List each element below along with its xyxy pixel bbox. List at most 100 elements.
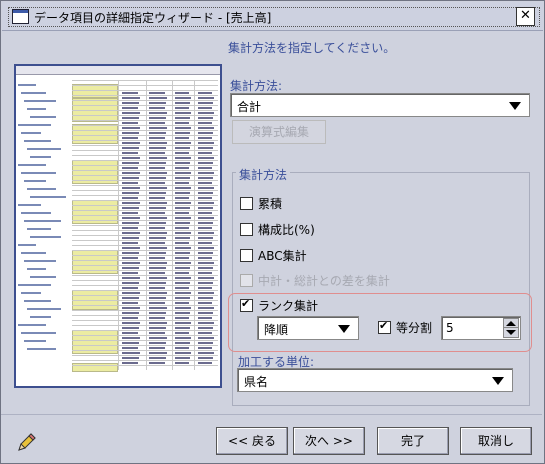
preview-cell-text: [175, 126, 191, 129]
preview-row-line: [72, 355, 218, 356]
equal-split-spinner[interactable]: 5: [441, 316, 521, 340]
preview-cell-text: [198, 216, 214, 219]
preview-row-line: [72, 290, 218, 291]
preview-cell-text: [149, 96, 167, 99]
preview-cell-text: [149, 181, 165, 184]
preview-cell-text: [122, 91, 138, 94]
preview-cell-text: [175, 186, 191, 189]
order-select[interactable]: 降順: [257, 316, 359, 340]
equal-split-checkbox[interactable]: [378, 319, 391, 334]
back-button[interactable]: << 戻る: [216, 427, 288, 455]
preview-cell-text: [198, 106, 212, 109]
finish-button[interactable]: 完了: [377, 427, 449, 455]
abc-checkbox[interactable]: [240, 249, 253, 262]
subtotal-diff-checkbox[interactable]: [240, 274, 253, 287]
preview-cell-text: [149, 281, 166, 284]
preview-cell-text: [198, 141, 214, 144]
cumulative-checkbox[interactable]: [240, 197, 253, 210]
preview-cell-text: [122, 181, 138, 184]
preview-row-line: [72, 95, 218, 96]
aggregation-select[interactable]: 合計: [230, 93, 530, 117]
preview-tree-line: [24, 260, 56, 262]
preview-tree-line: [18, 204, 41, 206]
preview-cell-text: [149, 171, 167, 174]
preview-cell-text: [175, 226, 189, 229]
preview-cell-text: [149, 326, 166, 329]
preview-cell-text: [122, 261, 140, 264]
preview-cell-text: [198, 286, 212, 289]
preview-cell-text: [198, 196, 212, 199]
preview-tree-line: [21, 212, 51, 214]
preview-cell-text: [122, 331, 138, 334]
preview-row-line: [72, 350, 218, 351]
ratio-checkbox[interactable]: [240, 223, 253, 236]
preview-tree-line: [21, 92, 46, 94]
preview-cell-text: [122, 131, 139, 134]
preview-cell-text: [122, 191, 139, 194]
preview-row-line: [72, 315, 218, 316]
preview-cell-text: [122, 211, 138, 214]
preview-cell-text: [122, 271, 138, 274]
preview-cell-text: [122, 301, 138, 304]
preview-cell-text: [149, 116, 166, 119]
preview-tree-line: [27, 308, 61, 310]
aggregation-value: 合計: [237, 100, 262, 114]
preview-cell-text: [122, 241, 138, 244]
preview-row-line: [72, 180, 218, 181]
rank-checkbox[interactable]: [240, 297, 253, 312]
cancel-button[interactable]: 取消し: [460, 427, 532, 455]
cumulative-label: 累積: [258, 197, 283, 211]
preview-row-line: [72, 200, 218, 201]
preview-cell-text: [149, 311, 166, 314]
preview-row-line: [72, 340, 218, 341]
preview-cell-text: [149, 231, 167, 234]
preview-cell-text: [175, 146, 190, 149]
preview-cell-text: [149, 316, 165, 319]
preview-cell-text: [175, 91, 189, 94]
preview-tree-line: [24, 180, 46, 182]
preview-cell-text: [198, 271, 212, 274]
preview-cell-text: [149, 301, 165, 304]
preview-cell-text: [149, 126, 167, 129]
spinner-down-icon[interactable]: [503, 327, 519, 338]
preview-cell-text: [149, 236, 166, 239]
preview-row-line: [72, 210, 218, 211]
preview-row-line: [72, 215, 218, 216]
close-icon[interactable]: ✕: [516, 7, 535, 26]
next-button[interactable]: 次へ >>: [293, 427, 365, 455]
preview-cell-text: [175, 121, 189, 124]
preview-cell-text: [122, 146, 139, 149]
preview-row-line: [72, 285, 218, 286]
preview-row-line: [72, 185, 218, 186]
subtotal-diff-label: 中計・総計との差を集計: [258, 274, 390, 288]
preview-cell-text: [198, 281, 213, 284]
preview-row-line: [72, 155, 218, 156]
preview-tree-line: [24, 300, 51, 302]
chevron-down-icon: [338, 325, 350, 333]
preview-cell-text: [198, 176, 213, 179]
preview-row-line: [72, 305, 218, 306]
preview-cell-text: [198, 296, 213, 299]
preview-cell-text: [198, 151, 212, 154]
formula-edit-button[interactable]: 演算式編集: [232, 120, 326, 144]
preview-cell-text: [149, 91, 165, 94]
preview-cell-text: [198, 311, 213, 314]
preview-cell-text: [122, 231, 140, 234]
preview-row-line: [72, 345, 218, 346]
preview-cell-text: [122, 306, 140, 309]
preview-cell-text: [175, 276, 191, 279]
preview-cell-text: [149, 136, 165, 139]
preview-grid: [72, 80, 218, 372]
preview-cell-text: [122, 161, 139, 164]
preview-row-line: [72, 310, 218, 311]
unit-select[interactable]: 県名: [237, 368, 513, 392]
preview-cell-text: [122, 156, 140, 159]
preview-cell-text: [122, 151, 138, 154]
preview-row-line: [72, 140, 218, 141]
preview-cell-text: [175, 156, 191, 159]
preview-cell-text: [198, 251, 213, 254]
preview-tree-line: [18, 284, 51, 286]
preview-row-line: [72, 270, 218, 271]
preview-cell-text: [122, 201, 140, 204]
preview-cell-text: [175, 321, 191, 324]
